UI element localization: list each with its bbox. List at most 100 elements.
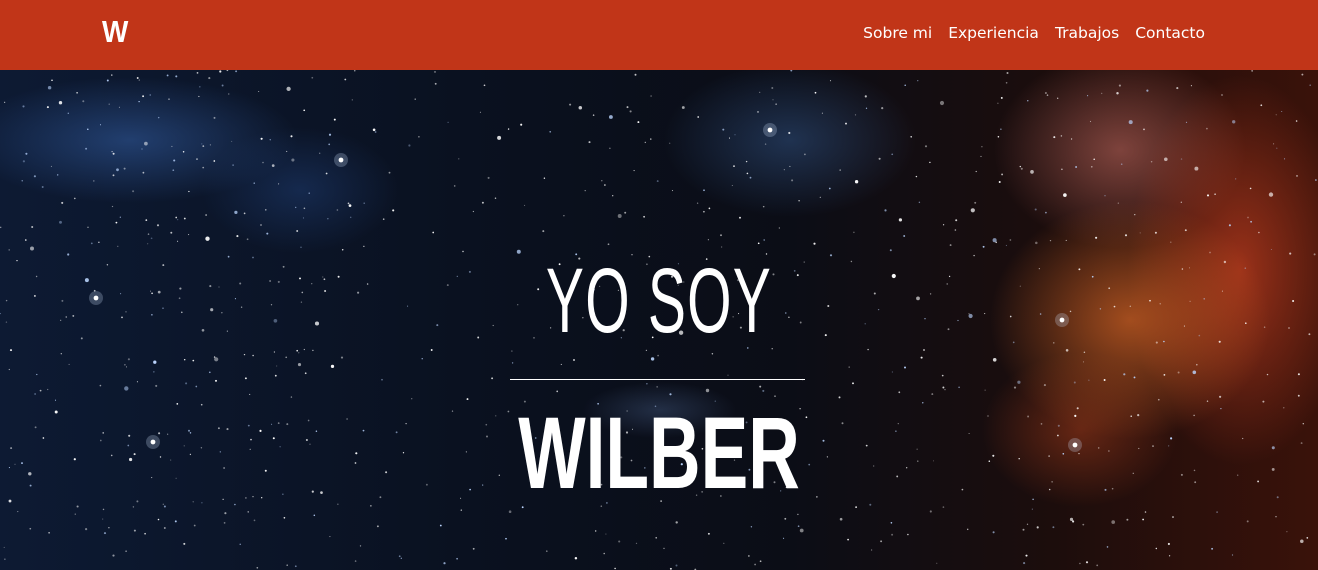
star (188, 190, 190, 193)
site-logo[interactable]: W (102, 14, 128, 50)
star (524, 204, 526, 206)
star (1013, 386, 1017, 389)
star (980, 155, 982, 157)
star (854, 180, 859, 184)
star (198, 95, 200, 98)
star (16, 259, 18, 262)
star (156, 224, 160, 227)
star (65, 316, 67, 318)
star (1023, 562, 1026, 565)
star (516, 249, 521, 254)
star (351, 99, 353, 101)
star (182, 150, 185, 153)
star (84, 278, 89, 283)
star (312, 349, 314, 352)
star (891, 533, 894, 536)
star (757, 111, 759, 113)
star (183, 358, 186, 361)
star (252, 354, 254, 357)
star (783, 537, 785, 539)
star (481, 201, 484, 204)
star (273, 351, 276, 353)
star (1306, 537, 1309, 539)
star (1228, 224, 1231, 227)
star (1065, 239, 1067, 241)
star (1046, 94, 1049, 96)
nav-link-sobre-mi[interactable]: Sobre mi (863, 24, 932, 42)
star (123, 167, 126, 170)
star (115, 221, 118, 224)
nav-link-experiencia[interactable]: Experiencia (948, 24, 1039, 42)
star (260, 224, 262, 226)
star (22, 105, 25, 108)
nav-link-trabajos[interactable]: Trabajos (1055, 24, 1119, 42)
star (954, 229, 957, 231)
star (173, 159, 176, 162)
star (196, 158, 198, 160)
nav-link-contacto[interactable]: Contacto (1135, 24, 1205, 42)
star (132, 190, 135, 193)
star (61, 201, 64, 204)
star (838, 396, 841, 399)
star (942, 506, 945, 508)
star (205, 236, 210, 241)
star (4, 101, 6, 103)
star (764, 143, 767, 145)
star (60, 319, 62, 321)
star (144, 532, 146, 535)
star (799, 528, 804, 533)
star (67, 253, 70, 256)
star (47, 85, 52, 90)
star (1313, 253, 1316, 256)
star (998, 181, 1001, 183)
star (1113, 305, 1116, 308)
star (111, 74, 113, 76)
star (864, 95, 867, 98)
star (341, 249, 344, 251)
star (157, 518, 160, 521)
star (290, 135, 293, 138)
star (163, 505, 166, 508)
star (92, 180, 95, 182)
star (903, 235, 906, 237)
star (1167, 542, 1170, 546)
star (61, 299, 64, 302)
star (1168, 445, 1170, 447)
star (240, 306, 243, 308)
star (1206, 194, 1210, 197)
star (1250, 220, 1252, 223)
star (1020, 167, 1023, 170)
star (39, 389, 42, 392)
star (247, 511, 249, 513)
star (775, 103, 777, 105)
star (221, 84, 224, 87)
star (328, 143, 331, 146)
star (363, 202, 365, 204)
star (120, 293, 122, 295)
star (1297, 394, 1300, 397)
star (3, 546, 5, 548)
star (759, 560, 762, 563)
star (814, 91, 817, 94)
star (560, 363, 562, 365)
star (1170, 241, 1172, 243)
star (1237, 474, 1239, 476)
star (411, 398, 413, 400)
star (491, 377, 494, 380)
star (1281, 110, 1283, 113)
star (149, 290, 152, 292)
star (479, 111, 481, 113)
star (1082, 361, 1085, 363)
star (1078, 268, 1081, 271)
star (608, 115, 613, 119)
star (60, 353, 62, 355)
star (942, 386, 945, 389)
star (228, 93, 230, 95)
star (460, 509, 462, 511)
star (1260, 104, 1263, 107)
star (821, 112, 823, 114)
star (99, 384, 102, 387)
star (162, 264, 165, 267)
star (175, 477, 177, 479)
star (1155, 547, 1158, 550)
